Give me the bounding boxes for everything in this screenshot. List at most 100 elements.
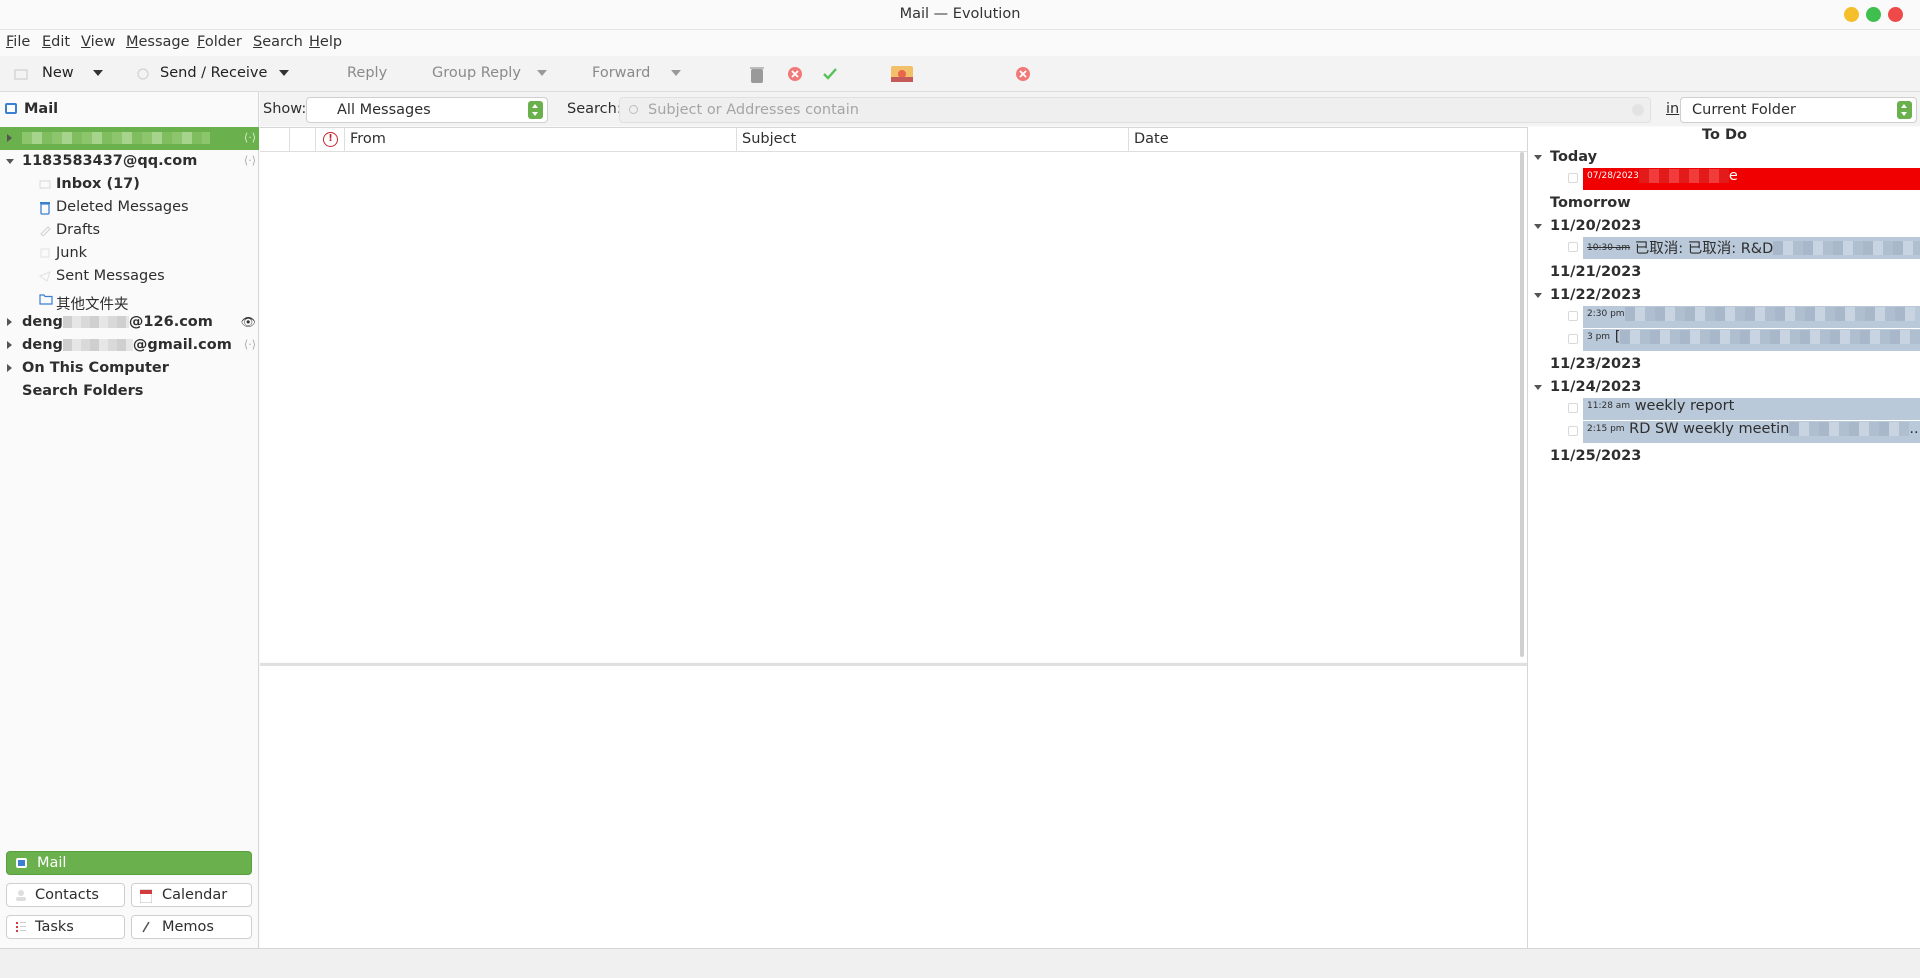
todo-event[interactable]: 2:15 pm RD SW weekly meetin.. — [1583, 421, 1920, 443]
todo-event[interactable]: 2:30 pm — [1583, 306, 1920, 328]
menu-help[interactable]: Help — [309, 34, 342, 50]
expand-arrow-icon[interactable] — [7, 134, 12, 142]
todo-day[interactable]: 11/21/2023 — [1528, 262, 1920, 284]
folder-junk[interactable]: Junk — [0, 242, 259, 265]
collapse-arrow-icon[interactable] — [1534, 224, 1542, 229]
maximize-button[interactable] — [1866, 7, 1881, 22]
search-label: Search: — [567, 101, 622, 117]
account-label-gmail: deng @gmail.com — [22, 337, 232, 353]
folder-icon — [39, 293, 53, 305]
connected-icon: ⟨·⟩ — [243, 154, 256, 167]
close-window-button[interactable] — [1888, 7, 1903, 22]
todo-day-tomorrow[interactable]: Tomorrow — [1528, 193, 1920, 215]
todo-event[interactable]: 07/28/2023 e — [1583, 168, 1920, 190]
message-list-header: ! From Subject Date — [260, 128, 1527, 152]
folder-label: Inbox (17) — [56, 176, 140, 192]
todo-day-today[interactable]: Today — [1528, 147, 1920, 169]
account-row-qq[interactable]: 1183583437@qq.com ⟨·⟩ — [0, 150, 259, 173]
message-list[interactable]: ! From Subject Date — [260, 127, 1527, 662]
account-row-gmail[interactable]: deng @gmail.com ⟨·⟩ — [0, 334, 259, 357]
todo-event[interactable]: 3 pm [ — [1583, 329, 1920, 351]
account-row-redacted[interactable]: ⟨·⟩ — [0, 127, 259, 150]
folder-inbox[interactable]: Inbox (17) — [0, 173, 259, 196]
menu-folder[interactable]: Folder — [197, 34, 242, 50]
todo-event[interactable]: 11:28 am weekly report — [1583, 398, 1920, 420]
connected-icon: ⟨·⟩ — [243, 131, 256, 144]
delete-icon[interactable] — [748, 65, 766, 83]
folder-sidebar: Mail ⟨·⟩ 1183583437@qq.com ⟨·⟩ Inbox (17… — [0, 92, 259, 948]
collapse-arrow-icon[interactable] — [1534, 155, 1542, 160]
account-row-on-this-computer[interactable]: On This Computer — [0, 357, 259, 380]
switcher-tasks[interactable]: Tasks — [6, 915, 125, 939]
column-status[interactable] — [260, 128, 289, 152]
column-subject[interactable]: Subject — [736, 128, 1128, 152]
folder-deleted-messages[interactable]: Deleted Messages — [0, 196, 259, 219]
search-folders-row[interactable]: Search Folders — [0, 380, 259, 403]
calendar-icon — [139, 889, 153, 904]
todo-pane: To Do Today 07/28/2023 e Tomorrow 11/20/2… — [1527, 127, 1920, 948]
todo-day[interactable]: 11/20/2023 — [1528, 216, 1920, 238]
switcher-calendar-label: Calendar — [162, 887, 228, 903]
switcher-calendar[interactable]: Calendar — [131, 883, 252, 907]
expand-arrow-icon[interactable] — [7, 364, 12, 372]
send-receive-dropdown-icon[interactable] — [279, 70, 289, 76]
menu-view[interactable]: View — [81, 34, 115, 50]
junk-mark-icon[interactable] — [786, 65, 804, 83]
tasks-icon — [15, 921, 27, 933]
new-button[interactable]: New — [42, 65, 74, 81]
account-label-126: deng @126.com — [22, 314, 213, 330]
account-row-126[interactable]: deng @126.com 👁 — [0, 311, 259, 334]
search-input[interactable]: Subject or Addresses contain — [619, 97, 1651, 123]
forward-button[interactable]: Forward — [592, 65, 650, 81]
expand-arrow-icon[interactable] — [7, 341, 12, 349]
switcher-contacts[interactable]: Contacts — [6, 883, 125, 907]
not-junk-icon[interactable] — [821, 65, 839, 83]
folder-label: Junk — [56, 245, 88, 261]
folder-sent-messages[interactable]: Sent Messages — [0, 265, 259, 288]
clear-search-icon[interactable] — [1632, 104, 1644, 116]
group-reply-button[interactable]: Group Reply — [432, 65, 521, 81]
todo-day[interactable]: 11/22/2023 — [1528, 285, 1920, 307]
group-reply-dropdown-icon[interactable] — [537, 70, 547, 76]
send-receive-button[interactable]: Send / Receive — [160, 65, 267, 81]
reply-button[interactable]: Reply — [347, 65, 387, 81]
title-bar: Mail — Evolution — [0, 0, 1920, 30]
eye-icon: 👁 — [240, 315, 256, 329]
collapse-arrow-icon[interactable] — [1534, 385, 1542, 390]
account-label-qq: 1183583437@qq.com — [22, 153, 198, 169]
column-importance[interactable]: ! — [315, 128, 344, 152]
todo-day-label: 11/23/2023 — [1550, 356, 1642, 372]
contacts-icon — [15, 889, 27, 901]
column-date[interactable]: Date — [1128, 128, 1527, 152]
message-list-scrollbar[interactable] — [1520, 152, 1524, 657]
todo-event[interactable]: 10:30 am 已取消: 已取消: R&D — [1583, 237, 1920, 259]
column-date-label: Date — [1134, 131, 1169, 147]
column-from[interactable]: From — [344, 128, 736, 152]
menu-edit[interactable]: Edit — [42, 34, 70, 50]
minimize-button[interactable] — [1844, 7, 1859, 22]
menu-file[interactable]: File — [6, 34, 30, 50]
scope-select[interactable]: Current Folder — [1680, 97, 1917, 123]
event-time: 11:28 am — [1587, 401, 1631, 411]
stop-icon[interactable] — [1014, 65, 1032, 83]
load-images-icon[interactable] — [891, 65, 913, 83]
folder-drafts[interactable]: Drafts — [0, 219, 259, 242]
switcher-memos[interactable]: Memos — [131, 915, 252, 939]
todo-day[interactable]: 11/23/2023 — [1528, 354, 1920, 376]
menu-message[interactable]: Message — [126, 34, 190, 50]
switcher-mail[interactable]: Mail — [6, 851, 252, 875]
new-dropdown-icon[interactable] — [93, 70, 103, 76]
todo-day[interactable]: 11/25/2023 — [1528, 446, 1920, 468]
show-select[interactable]: All Messages — [306, 97, 548, 123]
event-icon — [1568, 403, 1578, 413]
folder-other[interactable]: 其他文件夹 — [0, 288, 259, 313]
menu-search[interactable]: Search — [253, 34, 303, 50]
forward-dropdown-icon[interactable] — [671, 70, 681, 76]
todo-title: To Do — [1702, 127, 1747, 143]
todo-day[interactable]: 11/24/2023 — [1528, 377, 1920, 399]
collapse-arrow-icon[interactable] — [6, 159, 14, 164]
todo-day-label: 11/21/2023 — [1550, 264, 1642, 280]
column-attachment[interactable] — [289, 128, 315, 152]
expand-arrow-icon[interactable] — [7, 318, 12, 326]
collapse-arrow-icon[interactable] — [1534, 293, 1542, 298]
